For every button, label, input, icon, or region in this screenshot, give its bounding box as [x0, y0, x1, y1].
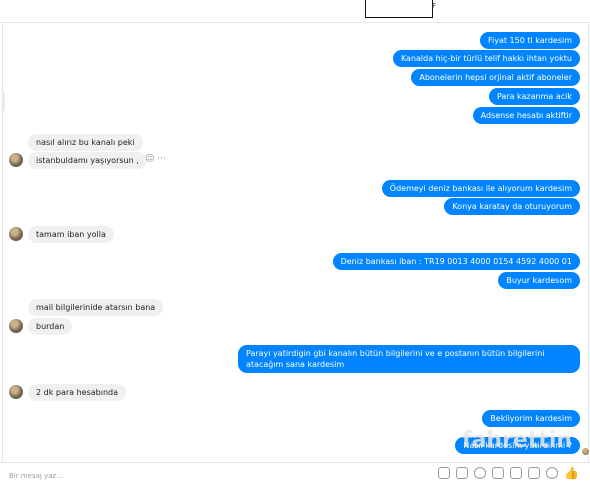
message-incoming[interactable]: mail bilgilerinide atarsın bana	[28, 299, 164, 316]
edge-mark	[3, 93, 5, 111]
message-input[interactable]: Bir mesaj yaz...	[9, 472, 63, 480]
message-incoming[interactable]: nasıl alırız bu kanalı peki	[28, 134, 143, 151]
message-incoming[interactable]: tamam iban yolla	[28, 226, 114, 243]
message-incoming[interactable]: 2 dk para hesabında	[28, 384, 127, 401]
message-outgoing[interactable]: Abonelerin hepsi orjinal aktif aboneler	[411, 69, 580, 86]
message-outgoing[interactable]: Deniz bankası iban : TR19 0013 4000 0154…	[332, 253, 580, 270]
message-outgoing[interactable]: Para kazanma acik	[488, 88, 580, 105]
left-border	[2, 23, 3, 463]
money-icon[interactable]	[546, 467, 558, 479]
game-icon[interactable]	[510, 467, 522, 479]
top-box-mark: F	[432, 2, 437, 10]
message-outgoing[interactable]: Kanalda hiç-bir türlü telif hakkı ihtan …	[392, 50, 580, 67]
top-divider	[0, 22, 590, 23]
message-outgoing[interactable]: Bekliyorim kardesim	[482, 410, 580, 427]
avatar[interactable]	[9, 227, 23, 241]
message-actions-icon[interactable]: ☺ ···	[145, 154, 166, 164]
avatar[interactable]	[9, 385, 23, 399]
composer-divider	[0, 462, 590, 463]
message-incoming[interactable]: burdan	[28, 318, 73, 335]
top-box	[365, 0, 433, 18]
right-border	[588, 23, 589, 463]
composer-tools: 👍	[438, 467, 579, 480]
message-outgoing[interactable]: Ödemeyi deniz bankası ile alıyorum karde…	[381, 180, 580, 197]
gif-icon[interactable]	[456, 467, 468, 479]
watermark: fahrettin	[462, 428, 573, 453]
avatar[interactable]	[9, 319, 23, 333]
seen-avatar	[582, 448, 589, 455]
avatar[interactable]	[9, 153, 23, 167]
message-outgoing[interactable]: Adsense hesabı aktiftir	[472, 107, 580, 124]
message-outgoing[interactable]: Parayı yatirdigin gbi kanalın bütün bilg…	[238, 345, 580, 373]
message-incoming[interactable]: istanbuldamı yaşıyorsun ,	[28, 152, 147, 169]
message-outgoing[interactable]: Fiyat 150 tl kardesim	[480, 32, 580, 49]
emoji-icon[interactable]	[474, 467, 486, 479]
thumbs-up-icon[interactable]: 👍	[564, 467, 579, 480]
camera-icon[interactable]	[528, 467, 540, 479]
sticker-icon[interactable]	[438, 467, 450, 479]
message-outgoing[interactable]: Buyur kardesom	[498, 272, 580, 289]
message-outgoing[interactable]: Konya karatay da oturuyorum	[444, 198, 580, 215]
attach-icon[interactable]	[492, 467, 504, 479]
